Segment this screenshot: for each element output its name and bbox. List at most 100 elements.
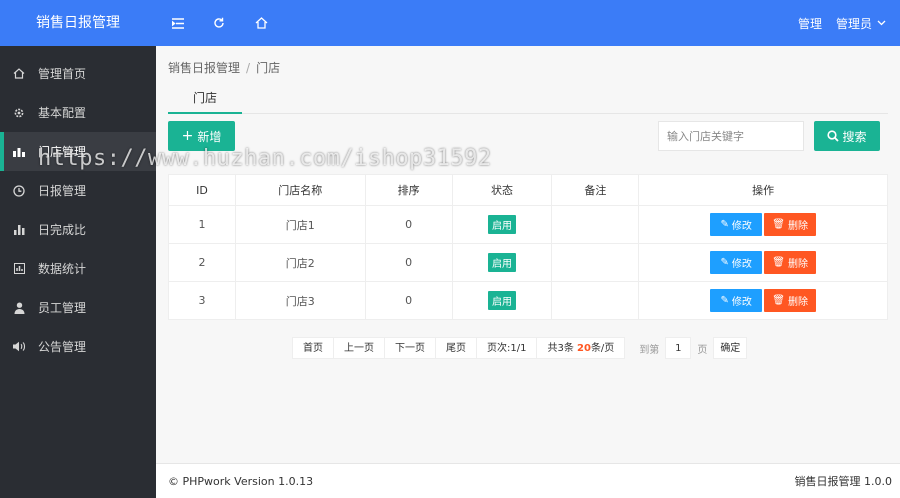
status-badge: 启用	[487, 291, 516, 310]
gear-icon	[12, 106, 26, 120]
cell-status: 启用	[451, 281, 553, 320]
trash-icon: 🗑	[772, 257, 785, 268]
pencil-icon: ✎	[720, 257, 729, 268]
column-header-note: 备注	[551, 174, 640, 206]
goto-confirm-button[interactable]: 确定	[713, 337, 748, 359]
column-header-status: 状态	[451, 174, 553, 206]
tab-bar: 门店	[168, 88, 888, 114]
per-page-suffix: 条/页	[590, 343, 615, 354]
last-page-button[interactable]: 尾页	[435, 337, 477, 359]
footer: © PHPwork Version 1.0.13 销售日报管理 1.0.0	[156, 463, 900, 498]
edit-button[interactable]: ✎ 修改	[710, 289, 763, 312]
app-logo-title[interactable]: 销售日报管理	[0, 0, 156, 46]
search-input[interactable]	[658, 121, 804, 151]
sidebar-item-label: 门店管理	[38, 145, 87, 159]
cell-status: 启用	[451, 205, 553, 244]
cell-name: 门店1	[234, 205, 366, 244]
sidebar-item-label: 日报管理	[38, 184, 87, 198]
shop-icon	[12, 145, 26, 159]
table-row: 3 门店3 0 启用 ✎ 修改 🗑 删除	[168, 281, 888, 320]
goto-label: 到第	[639, 344, 660, 356]
breadcrumb-separator: /	[246, 61, 251, 75]
main-content: 销售日报管理 / 门店 门店 + 新增 搜索 ID 门店名称 排序 状态 备注 操作	[156, 46, 900, 463]
clock-icon	[12, 184, 26, 198]
user-icon	[12, 301, 26, 315]
total-prefix: 共3条	[547, 343, 578, 354]
cell-actions: ✎ 修改 🗑 删除	[638, 281, 888, 320]
cell-note	[551, 281, 640, 320]
menu-fold-icon[interactable]	[170, 14, 186, 32]
breadcrumb-current: 门店	[256, 61, 281, 75]
cell-name: 门店2	[234, 243, 366, 282]
next-page-button[interactable]: 下一页	[384, 337, 436, 359]
column-header-name: 门店名称	[234, 174, 366, 206]
delete-button[interactable]: 🗑 删除	[764, 251, 817, 274]
sidebar-item-stats[interactable]: 数据统计	[0, 249, 156, 288]
delete-button[interactable]: 🗑 删除	[764, 289, 817, 312]
cell-sort: 0	[364, 205, 453, 244]
sidebar-item-label: 员工管理	[38, 301, 87, 315]
cell-sort: 0	[364, 243, 453, 282]
column-header-sort: 排序	[364, 174, 453, 206]
home-icon[interactable]	[253, 14, 269, 32]
bar-chart-icon	[12, 223, 26, 237]
cell-id: 3	[168, 281, 236, 320]
first-page-button[interactable]: 首页	[292, 337, 334, 359]
page-info: 页次:1/1	[476, 337, 538, 359]
sidebar-item-shops[interactable]: 门店管理	[0, 132, 156, 171]
add-button[interactable]: + 新增	[168, 121, 235, 151]
chevron-down-icon	[877, 20, 886, 26]
footer-copyright: © PHPwork Version 1.0.13	[168, 474, 314, 488]
search-icon	[827, 130, 840, 142]
cell-actions: ✎ 修改 🗑 删除	[638, 205, 888, 244]
edit-button[interactable]: ✎ 修改	[710, 213, 763, 236]
shops-table: ID 门店名称 排序 状态 备注 操作 1 门店1 0 启用 ✎ 修改 🗑 删除 2	[168, 174, 888, 320]
cell-sort: 0	[364, 281, 453, 320]
status-badge: 启用	[487, 253, 516, 272]
sidebar-item-home[interactable]: 管理首页	[0, 54, 156, 93]
search-button[interactable]: 搜索	[814, 121, 880, 151]
cell-actions: ✎ 修改 🗑 删除	[638, 243, 888, 282]
speaker-icon	[12, 340, 26, 354]
goto-page-input[interactable]: 1	[665, 337, 692, 359]
edit-label: 修改	[731, 221, 752, 232]
column-header-id: ID	[168, 174, 236, 206]
add-button-label: 新增	[197, 129, 222, 144]
refresh-icon[interactable]	[211, 14, 227, 32]
footer-version: 销售日报管理 1.0.0	[794, 475, 893, 488]
tab-shops[interactable]: 门店	[168, 88, 242, 114]
sidebar: 管理首页 基本配置 门店管理 日报管理 日完成比 数据统计 员工管理 公告管理	[0, 46, 156, 498]
top-header: 销售日报管理 管理 管理员	[0, 0, 900, 46]
breadcrumb-root[interactable]: 销售日报管理	[168, 61, 240, 75]
page-unit-label: 页	[697, 344, 708, 356]
admin-menu[interactable]: 管理员	[836, 15, 886, 32]
sidebar-item-label: 公告管理	[38, 340, 87, 354]
sidebar-item-daily-ratio[interactable]: 日完成比	[0, 210, 156, 249]
sidebar-item-config[interactable]: 基本配置	[0, 93, 156, 132]
plus-icon: +	[181, 128, 194, 144]
edit-button[interactable]: ✎ 修改	[710, 251, 763, 274]
edit-label: 修改	[731, 297, 752, 308]
edit-label: 修改	[731, 259, 752, 270]
cell-status: 启用	[451, 243, 553, 282]
sidebar-item-label: 管理首页	[38, 67, 87, 81]
delete-button[interactable]: 🗑 删除	[764, 213, 817, 236]
trash-icon: 🗑	[772, 295, 785, 306]
sidebar-item-reports[interactable]: 日报管理	[0, 171, 156, 210]
pagination: 首页 上一页 下一页 尾页 页次:1/1 共3条 20条/页 到第 1 页 确定	[292, 337, 748, 359]
cell-id: 1	[168, 205, 236, 244]
table-row: 1 门店1 0 启用 ✎ 修改 🗑 删除	[168, 205, 888, 244]
cell-note	[551, 205, 640, 244]
sidebar-item-notices[interactable]: 公告管理	[0, 327, 156, 366]
table-row: 2 门店2 0 启用 ✎ 修改 🗑 删除	[168, 243, 888, 282]
sidebar-item-label: 数据统计	[38, 262, 87, 276]
pencil-icon: ✎	[720, 219, 729, 230]
sidebar-item-label: 基本配置	[38, 106, 87, 120]
table-header-row: ID 门店名称 排序 状态 备注 操作	[168, 174, 888, 206]
stats-icon	[12, 262, 26, 276]
sidebar-item-staff[interactable]: 员工管理	[0, 288, 156, 327]
admin-label: 管理员	[835, 16, 872, 31]
prev-page-button[interactable]: 上一页	[333, 337, 385, 359]
manage-link[interactable]: 管理	[798, 15, 822, 32]
delete-label: 删除	[787, 297, 808, 308]
